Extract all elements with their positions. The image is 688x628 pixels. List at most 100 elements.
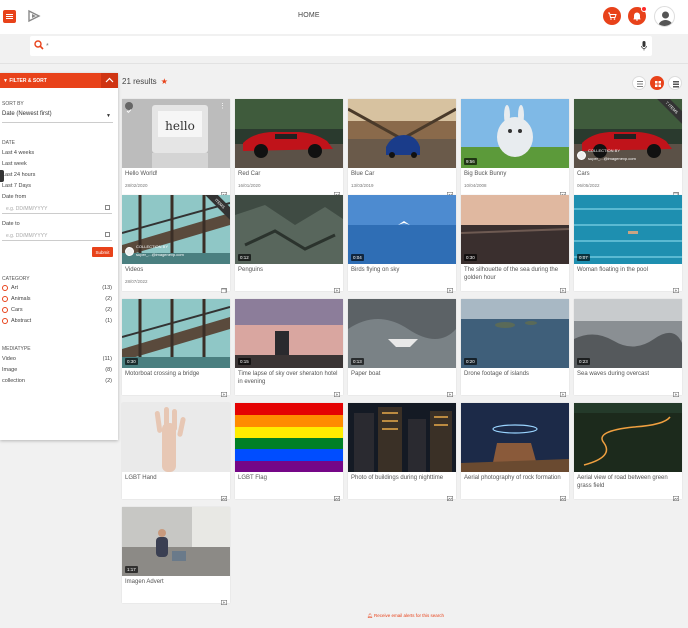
mediatype-option[interactable]: collection (2) [2, 378, 112, 386]
media-card[interactable]: 0:12 Penguins [235, 195, 343, 294]
calendar-icon[interactable] [105, 232, 110, 237]
media-title[interactable]: Birds flying on sky [351, 267, 451, 275]
media-thumbnail[interactable] [574, 195, 682, 264]
media-title[interactable]: Penguins [238, 267, 338, 275]
media-card[interactable]: 0:13 Paper boat [348, 299, 456, 398]
media-thumbnail[interactable] [461, 299, 569, 368]
list-view-button[interactable] [632, 76, 646, 90]
media-title[interactable]: Blue Car [351, 171, 451, 179]
media-title[interactable]: Sea waves during overcast [577, 371, 677, 379]
media-thumbnail[interactable] [461, 195, 569, 264]
category-option[interactable]: Art (13) [2, 285, 112, 293]
media-card[interactable]: LGBT Hand [122, 403, 230, 502]
media-card[interactable]: hello ⋮ Hello World! 28/02/2020 [122, 99, 230, 198]
search-icon[interactable] [34, 40, 44, 50]
media-card[interactable]: 0:30 The silhouette of the sea during the… [461, 195, 569, 294]
media-card[interactable]: 1:17 Imagen Advert [122, 507, 230, 606]
notifications-button[interactable] [628, 6, 647, 25]
media-title[interactable]: Imagen Advert [125, 579, 225, 587]
media-card[interactable]: 0:20 Drone footage of islands [461, 299, 569, 398]
radio-icon[interactable] [2, 318, 8, 324]
media-thumbnail[interactable] [235, 195, 343, 264]
media-thumbnail[interactable] [574, 403, 682, 472]
media-title[interactable]: The silhouette of the sea during the gol… [464, 267, 564, 282]
user-avatar[interactable] [654, 6, 675, 27]
media-title[interactable]: Hello World! [125, 171, 225, 179]
media-card[interactable]: 0:04 Birds flying on sky [348, 195, 456, 294]
media-thumbnail[interactable] [461, 403, 569, 472]
app-logo-icon[interactable] [27, 9, 41, 23]
date-option[interactable]: Last week [2, 161, 27, 167]
media-title[interactable]: LGBT Flag [238, 475, 338, 483]
media-card[interactable]: 0:15 Time lapse of sky over sheraton hote… [235, 299, 343, 398]
more-options-icon[interactable]: ⋮ [219, 102, 226, 110]
submit-button[interactable]: Submit [92, 247, 113, 257]
media-thumbnail[interactable] [122, 403, 230, 472]
media-thumbnail[interactable] [348, 195, 456, 264]
media-thumbnail[interactable] [461, 99, 569, 168]
media-thumbnail[interactable] [574, 299, 682, 368]
media-title[interactable]: Videos [125, 267, 225, 275]
radio-icon[interactable] [2, 296, 8, 302]
mediatype-option[interactable]: Video (11) [2, 356, 112, 364]
media-title[interactable]: Red Car [238, 171, 338, 179]
filter-header[interactable]: ▼ FILTER & SORT [0, 73, 118, 88]
grid-view-button[interactable] [650, 76, 664, 90]
media-title[interactable]: Time lapse of sky over sheraton hotel in… [238, 371, 338, 386]
media-thumbnail[interactable] [235, 403, 343, 472]
media-thumbnail[interactable] [348, 403, 456, 472]
media-card[interactable]: LGBT Flag [235, 403, 343, 502]
media-thumbnail[interactable]: ITEMS COLLECTION BY super_...@imagenevp.co… [122, 195, 230, 264]
media-thumbnail[interactable] [235, 99, 343, 168]
search-input[interactable] [46, 39, 626, 53]
media-thumbnail[interactable]: hello [122, 99, 230, 168]
panel-toggle-tab[interactable] [0, 170, 4, 182]
media-card[interactable]: Aerial view of road between green grass … [574, 403, 682, 502]
date-option[interactable]: Last 4 weeks [2, 150, 34, 156]
media-title[interactable]: LGBT Hand [125, 475, 225, 483]
media-title[interactable]: Aerial view of road between green grass … [577, 475, 677, 490]
email-alert-link[interactable]: 🔔︎ Receive email alerts for this search [367, 613, 444, 619]
date-to-input[interactable]: e.g. DD/MM/YYYY [2, 230, 112, 241]
menu-button[interactable] [3, 10, 16, 23]
media-card[interactable]: 0:30 Motorboat crossing a bridge [122, 299, 230, 398]
save-search-star-icon[interactable]: ★ [161, 77, 168, 86]
media-card[interactable]: Aerial photography of rock formation [461, 403, 569, 502]
date-option[interactable]: Last 24 hours [2, 172, 35, 178]
date-option[interactable]: Last 7 Days [2, 183, 31, 189]
cart-button[interactable] [603, 7, 621, 25]
collapse-filter-button[interactable] [101, 73, 118, 88]
media-card[interactable]: 0:23 Sea waves during overcast [574, 299, 682, 398]
media-title[interactable]: Big Buck Bunny [464, 171, 564, 179]
category-option[interactable]: Animals (2) [2, 296, 112, 304]
media-thumbnail[interactable]: 7 ITEMS COLLECTION BY super_...@imagenevp.… [574, 99, 682, 168]
media-title[interactable]: Motorboat crossing a bridge [125, 371, 225, 379]
media-card[interactable]: 0:07 Woman floating in the pool [574, 195, 682, 294]
category-option[interactable]: Cars (2) [2, 307, 112, 315]
media-title[interactable]: Cars [577, 171, 677, 179]
detail-view-button[interactable] [668, 76, 682, 90]
radio-icon[interactable] [2, 285, 8, 291]
radio-icon[interactable] [2, 307, 8, 313]
check-icon[interactable] [125, 102, 133, 114]
media-thumbnail[interactable] [122, 299, 230, 368]
mediatype-option[interactable]: Image (8) [2, 367, 112, 375]
media-card[interactable]: ITEMS COLLECTION BY super_...@imagenevp.co… [122, 195, 230, 294]
media-title[interactable]: Woman floating in the pool [577, 267, 677, 275]
media-card[interactable]: Blue Car 13/03/2019 [348, 99, 456, 198]
calendar-icon[interactable] [105, 205, 110, 210]
microphone-icon[interactable] [641, 41, 647, 51]
date-from-input[interactable]: e.g. DD/MM/YYYY [2, 203, 112, 214]
media-thumbnail[interactable] [348, 299, 456, 368]
media-title[interactable]: Aerial photography of rock formation [464, 475, 564, 483]
media-title[interactable]: Paper boat [351, 371, 451, 379]
media-title[interactable]: Photo of buildings during nighttime [351, 475, 451, 483]
media-thumbnail[interactable] [122, 507, 230, 576]
category-option[interactable]: Abstract (1) [2, 318, 112, 326]
media-card[interactable]: Photo of buildings during nighttime [348, 403, 456, 502]
media-card[interactable]: 9:56 Big Buck Bunny 10/04/2008 [461, 99, 569, 198]
media-card[interactable]: 7 ITEMS COLLECTION BY super_...@imagenevp.… [574, 99, 682, 198]
media-thumbnail[interactable] [235, 299, 343, 368]
media-title[interactable]: Drone footage of islands [464, 371, 564, 379]
media-thumbnail[interactable] [348, 99, 456, 168]
